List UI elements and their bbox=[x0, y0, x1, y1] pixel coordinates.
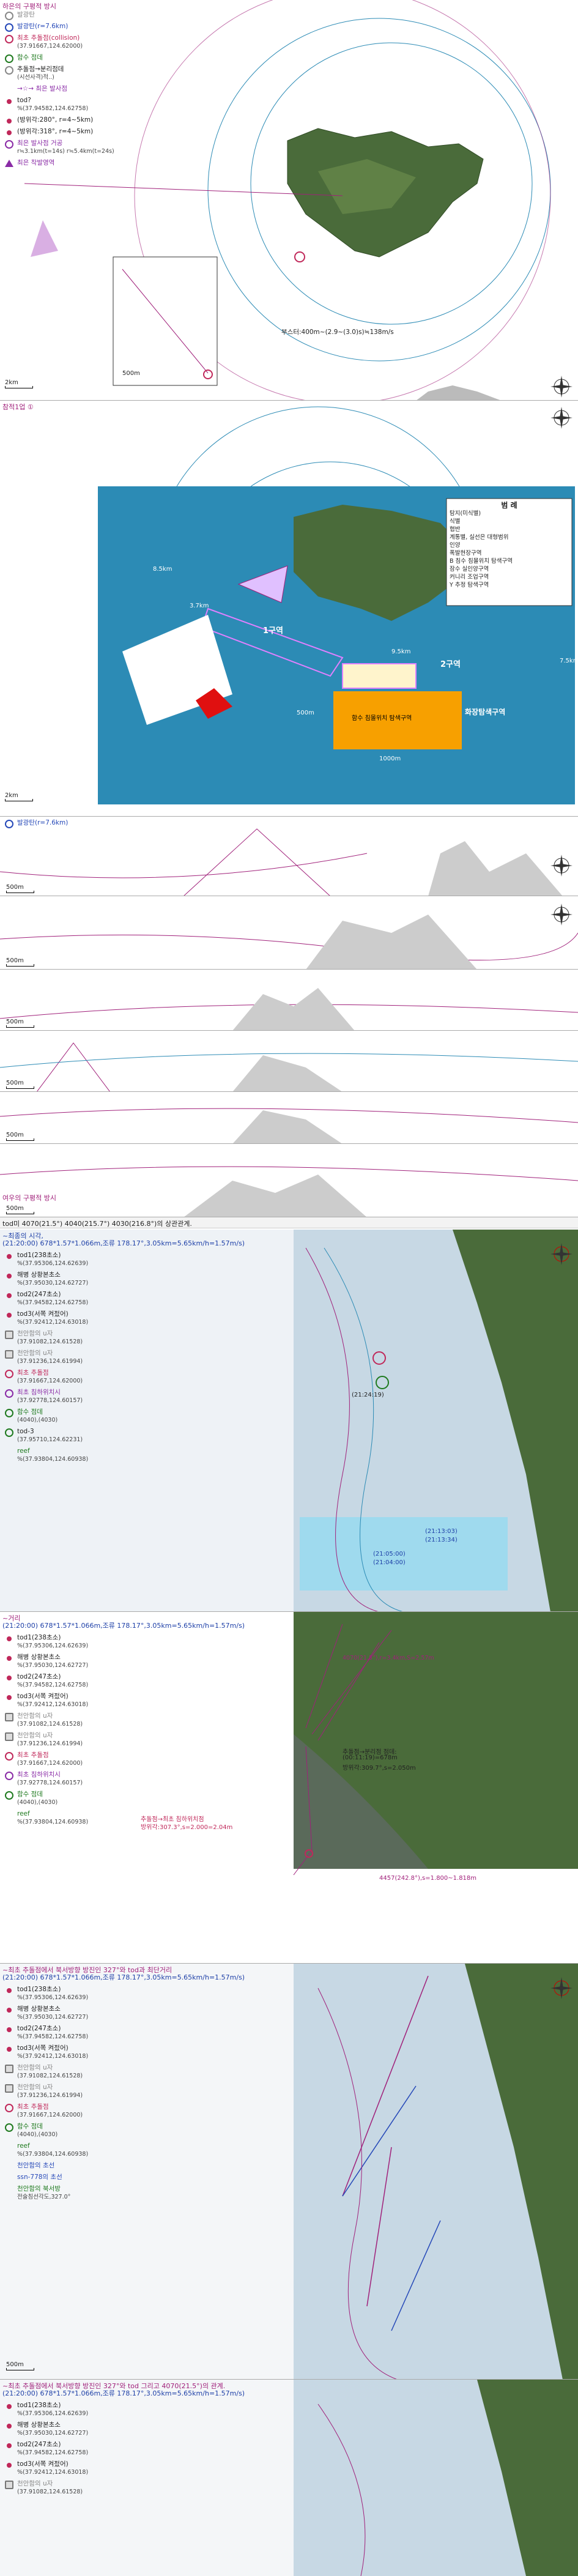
speed-note: 부스터:400m~(2.9~(3.0)s)≒138m/s bbox=[281, 328, 394, 336]
panel-5-map bbox=[0, 988, 578, 1030]
scale-bar: 2km bbox=[5, 792, 33, 801]
compass-icon bbox=[550, 855, 572, 877]
scale-bar: 500m bbox=[6, 1132, 34, 1141]
bow-area-label: 함수 침몰위치 탐색구역 bbox=[352, 715, 412, 722]
compass-icon bbox=[550, 904, 572, 926]
time-label: (21:05:00) bbox=[373, 1551, 406, 1557]
panel-10-subtitle: (21:20:00) 678*1.57*1.066m,조류 178.17°,3.… bbox=[2, 1622, 245, 1630]
scale-bar: 500m bbox=[6, 957, 34, 967]
panel-6: 500m bbox=[0, 1031, 578, 1092]
panel-12-legend: tod1(238초소) %(37.95306,124.62639) 해병 상황본초… bbox=[4, 2402, 88, 2500]
bearing-icon bbox=[7, 130, 12, 135]
bow-icon bbox=[5, 54, 13, 63]
separation-icon bbox=[5, 66, 13, 75]
time-label: (21:24:19) bbox=[352, 1392, 384, 1398]
panel-4-map bbox=[0, 915, 578, 969]
legend-item: 발광탄(r=7.6km) bbox=[4, 23, 132, 32]
panel-2-map bbox=[98, 406, 575, 804]
legend-box: 범 례 탐지(미식별) 식별 협반 계통별, 실선은 대형범위 인양 폭발현장구… bbox=[450, 501, 517, 589]
time-label: (21:13:03) bbox=[425, 1528, 458, 1535]
zone-label: 2구역 bbox=[440, 660, 461, 669]
bearing-label: 4070(21.5°),r=3.4km,S=2.57m bbox=[343, 1655, 434, 1661]
panel-1-title: 하은의 구평적 방시 bbox=[2, 2, 56, 10]
legend-item: 최초 추돌점(collision) (37.91667,124.62000) bbox=[4, 34, 132, 50]
panel-8-map bbox=[0, 1166, 578, 1217]
panel-8: 여우의 구평적 방시 500m bbox=[0, 1144, 578, 1217]
flare-range-icon bbox=[5, 23, 13, 32]
panel-9: ~최종의 시각, (21:20:00) 678*1.57*1.066m,조류 1… bbox=[0, 1230, 578, 1612]
scale-bar: 500m bbox=[6, 1019, 34, 1028]
range-icon bbox=[5, 140, 13, 149]
compass-icon bbox=[550, 376, 572, 398]
panel-11: ~최초 추돌점에서 북서방향 방진인 327°와 tod과 최단거리 (21:2… bbox=[0, 1964, 578, 2380]
panel-7: 500m bbox=[0, 1092, 578, 1144]
legend-item: 발광탄 bbox=[4, 11, 132, 20]
dist-label: 9.5km bbox=[391, 648, 411, 655]
legend-item: (방위각:318°, r=4~5km) bbox=[4, 128, 132, 136]
panel-12: ~최초 추돌점에서 북서방향 방진인 327°와 tod 그리고 4070(21… bbox=[0, 2380, 578, 2576]
panel-9-subtitle: (21:20:00) 678*1.57*1.066m,조류 178.17°,3.… bbox=[2, 1239, 245, 1247]
flare-range-icon bbox=[5, 820, 13, 828]
panel-12-subtitle: (21:20:00) 678*1.57*1.066m,조류 178.17°,3.… bbox=[2, 2389, 245, 2397]
panel-11-subtitle: (21:20:00) 678*1.57*1.066m,조류 178.17°,3.… bbox=[2, 1973, 245, 1981]
dist-label: 8.5km bbox=[153, 566, 172, 573]
panel-2-title: 참적1업 ① bbox=[2, 403, 34, 411]
bearing-strip: tod미 4070(21.5°) 4040(215.7°) 4030(216.8… bbox=[0, 1217, 578, 1228]
impact-area-icon bbox=[5, 160, 13, 167]
panel-2: 참적1업 ① 범 례 탐지(미식별) 식별 협반 계통별, 실선은 대형범위 인… bbox=[0, 401, 578, 817]
compass-icon bbox=[550, 1243, 572, 1265]
scale-bar: 500m bbox=[6, 2361, 34, 2370]
note: 방위각:309.7°,s=2.050m bbox=[343, 1765, 416, 1772]
note: 4457(242.8°),s=1.800~1.818m bbox=[379, 1875, 477, 1882]
panel-1-legend: 발광탄 발광탄(r=7.6km) 최초 추돌점(collision) (37.91… bbox=[4, 11, 132, 171]
note: 방위각:307.3°,s=2.000=2.04m bbox=[141, 1824, 233, 1831]
inset-scale: 500m bbox=[122, 370, 140, 377]
compass-icon bbox=[550, 407, 572, 429]
time-label: (21:13:34) bbox=[425, 1537, 458, 1543]
panel-10-legend: tod1(238초소) %(37.95306,124.62639) 해병 상황본초… bbox=[4, 1634, 88, 1830]
panel-11-legend: tod1(238초소) %(37.95306,124.62639) 해병 상황본초… bbox=[4, 1986, 88, 2205]
note: (00:11:19)=678m bbox=[343, 1754, 398, 1761]
tod-icon bbox=[7, 99, 12, 104]
scale-bar: 500m bbox=[6, 884, 34, 893]
dist-label: 1000m bbox=[379, 755, 401, 762]
panel-1: 하은의 구평적 방시 발광탄 발광탄(r=7.6km) 최초 추돌점(colli… bbox=[0, 0, 578, 401]
time-label: (21:04:00) bbox=[373, 1559, 406, 1566]
compass-icon bbox=[550, 1977, 572, 1999]
panel-6-map bbox=[0, 1042, 578, 1091]
flare-icon bbox=[5, 12, 13, 20]
panel-7-map bbox=[0, 1108, 578, 1143]
legend-item: 함수 점데 bbox=[4, 54, 132, 63]
panel-8-title: 여우의 구평적 방시 bbox=[2, 1194, 56, 1202]
dist-label: 500m bbox=[297, 710, 314, 716]
legend-item: 추돌점→분리점데 (시선사격)적..) bbox=[4, 65, 132, 81]
scale-bar: 500m bbox=[6, 1205, 34, 1214]
panel-4: 500m bbox=[0, 896, 578, 970]
panel-10: ~거리 (21:20:00) 678*1.57*1.066m,조류 178.17… bbox=[0, 1612, 578, 1964]
legend-item: 최은 발사점 거공 r≒3.1km(t=14s) r≒5.4km(t=24s) bbox=[4, 139, 132, 155]
zone-label: 1구역 bbox=[263, 626, 283, 636]
dist-label: 7.5km bbox=[560, 658, 578, 664]
search-area-label: 화장탐색구역 bbox=[465, 708, 506, 716]
panel-3: 발광탄(r=7.6km) 500m bbox=[0, 817, 578, 896]
scale-bar: 2km bbox=[5, 379, 33, 388]
bearing-icon bbox=[7, 119, 12, 124]
dist-label: 3.7km bbox=[190, 603, 209, 609]
panel-3-map bbox=[0, 828, 563, 896]
legend-item: 최은 착발영역 bbox=[4, 159, 132, 167]
panel-5: 500m bbox=[0, 970, 578, 1031]
panel-9-legend: tod1(238초소) %(37.95306,124.62639) 해병 상황본초… bbox=[4, 1252, 88, 1467]
collision-icon bbox=[5, 35, 13, 43]
legend-item: (방위각:280°, r=4~5km) bbox=[4, 116, 132, 124]
scale-bar: 500m bbox=[6, 1080, 34, 1089]
legend-item: tod? %(37.94582,124.62758) bbox=[4, 97, 132, 113]
legend-item: →☆→ 최은 발사점 bbox=[17, 85, 67, 92]
